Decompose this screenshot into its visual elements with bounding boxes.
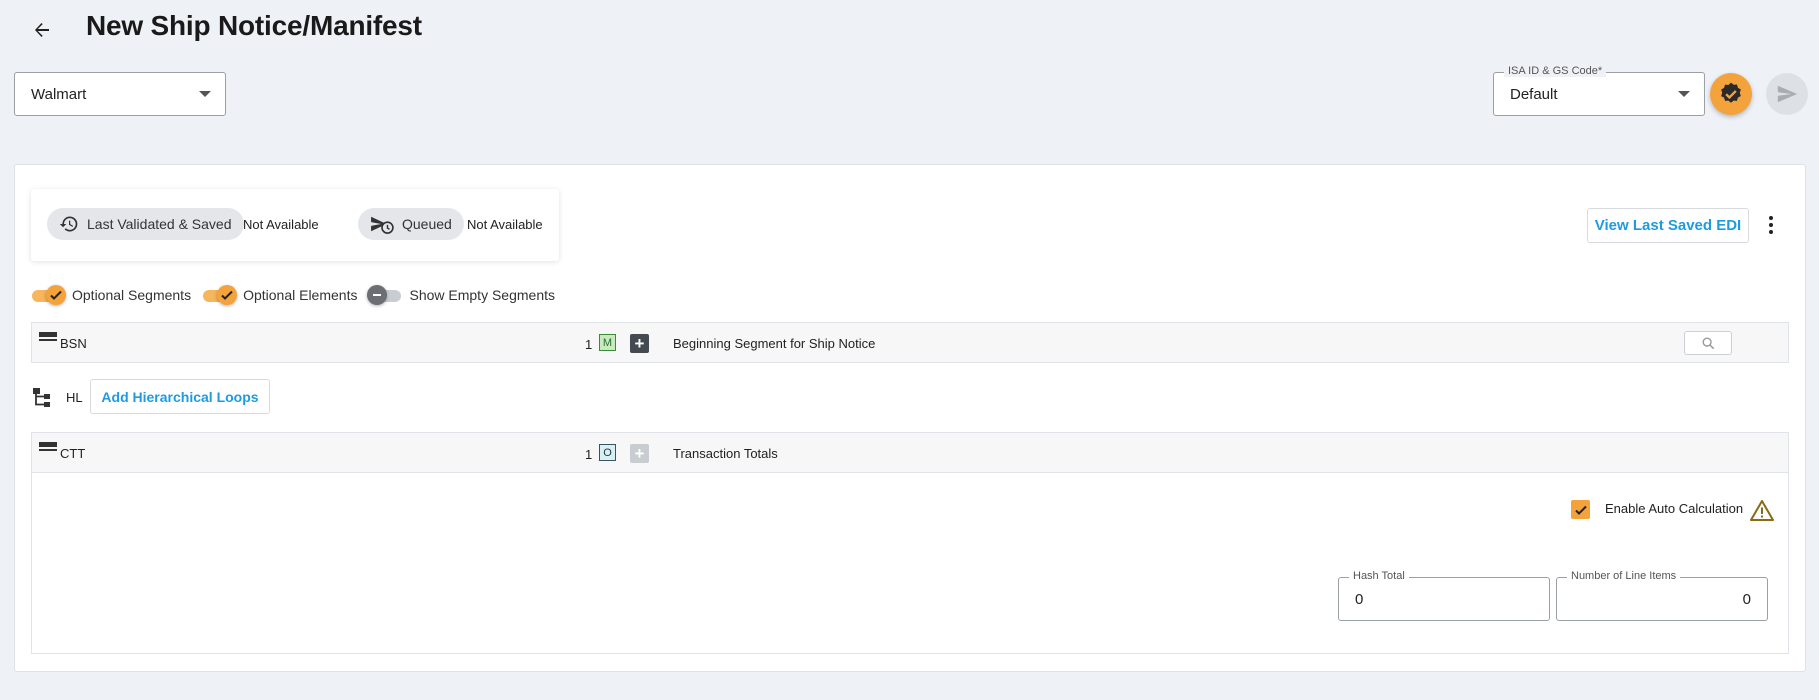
segment-code: CTT bbox=[60, 446, 86, 461]
optional-elements-label: Optional Elements bbox=[243, 287, 358, 303]
hash-total-input[interactable] bbox=[1339, 578, 1549, 620]
segment-description: Beginning Segment for Ship Notice bbox=[673, 336, 876, 351]
segment-count: 1 bbox=[585, 447, 593, 462]
check-icon bbox=[1574, 505, 1587, 515]
check-icon bbox=[221, 290, 233, 300]
hash-total-field[interactable]: Hash Total bbox=[1338, 570, 1550, 621]
segment-lines-icon bbox=[39, 332, 57, 343]
optional-elements-toggle[interactable] bbox=[201, 284, 239, 306]
segment-code: BSN bbox=[60, 336, 87, 351]
enable-auto-calculation-checkbox[interactable] bbox=[1571, 500, 1590, 519]
segment-lines-icon bbox=[39, 442, 57, 453]
warning-icon bbox=[1750, 500, 1774, 521]
trading-partner-select[interactable]: Walmart bbox=[14, 72, 226, 116]
segment-row-bsn[interactable]: BSN 1 M + Beginning Segment for Ship Not… bbox=[31, 322, 1789, 363]
last-validated-label: Last Validated & Saved bbox=[87, 216, 232, 232]
plane-clock-icon bbox=[371, 216, 394, 234]
verified-badge-icon bbox=[1721, 82, 1741, 103]
optional-segments-toggle[interactable] bbox=[30, 284, 68, 306]
optional-badge: O bbox=[599, 444, 616, 461]
show-empty-segments-label: Show Empty Segments bbox=[409, 287, 555, 303]
number-of-line-items-input[interactable] bbox=[1557, 578, 1767, 620]
enable-auto-calculation-label: Enable Auto Calculation bbox=[1605, 501, 1744, 516]
display-toggles: Optional Segments Optional Elements Show… bbox=[30, 284, 565, 306]
isa-gs-code-value: Default bbox=[1510, 85, 1558, 103]
check-icon bbox=[50, 290, 62, 300]
send-button[interactable] bbox=[1766, 73, 1808, 115]
search-icon bbox=[1702, 337, 1714, 349]
view-last-saved-edi-button[interactable]: View Last Saved EDI bbox=[1587, 208, 1749, 243]
back-button[interactable] bbox=[28, 16, 56, 44]
isa-gs-code-select[interactable]: ISA ID & GS Code* Default bbox=[1493, 65, 1705, 116]
isa-gs-code-label: ISA ID & GS Code* bbox=[1504, 65, 1607, 77]
hierarchy-tree-icon bbox=[33, 388, 50, 407]
optional-segments-label: Optional Segments bbox=[72, 287, 192, 303]
mandatory-badge: M bbox=[599, 334, 616, 351]
trading-partner-value: Walmart bbox=[31, 85, 87, 103]
send-icon bbox=[1777, 85, 1798, 103]
add-segment-button[interactable]: + bbox=[630, 334, 649, 353]
validate-button[interactable] bbox=[1710, 73, 1752, 115]
chevron-down-icon bbox=[199, 91, 211, 97]
more-options-icon[interactable] bbox=[1763, 212, 1779, 238]
minus-icon bbox=[373, 294, 382, 296]
last-validated-value: Not Available bbox=[243, 217, 319, 232]
page-title: New Ship Notice/Manifest bbox=[86, 10, 422, 41]
queued-value: Not Available bbox=[467, 217, 543, 232]
chevron-down-icon bbox=[1678, 91, 1690, 97]
number-of-line-items-field[interactable]: Number of Line Items bbox=[1556, 570, 1768, 621]
last-validated-chip: Last Validated & Saved bbox=[47, 208, 244, 240]
show-empty-segments-toggle[interactable] bbox=[367, 284, 405, 306]
segment-description: Transaction Totals bbox=[673, 446, 778, 461]
hl-label: HL bbox=[66, 390, 83, 405]
arrow-left-icon bbox=[35, 23, 49, 37]
search-button[interactable] bbox=[1684, 331, 1732, 355]
history-icon bbox=[59, 216, 78, 232]
add-segment-button[interactable]: + bbox=[630, 444, 649, 463]
segment-row-ctt[interactable]: CTT 1 O + Transaction Totals bbox=[31, 432, 1789, 473]
segment-count: 1 bbox=[585, 337, 593, 352]
queued-chip: Queued bbox=[358, 208, 464, 240]
queued-label: Queued bbox=[402, 216, 452, 232]
ctt-segment-body bbox=[31, 473, 1789, 654]
add-hierarchical-loops-button[interactable]: Add Hierarchical Loops bbox=[90, 379, 270, 414]
